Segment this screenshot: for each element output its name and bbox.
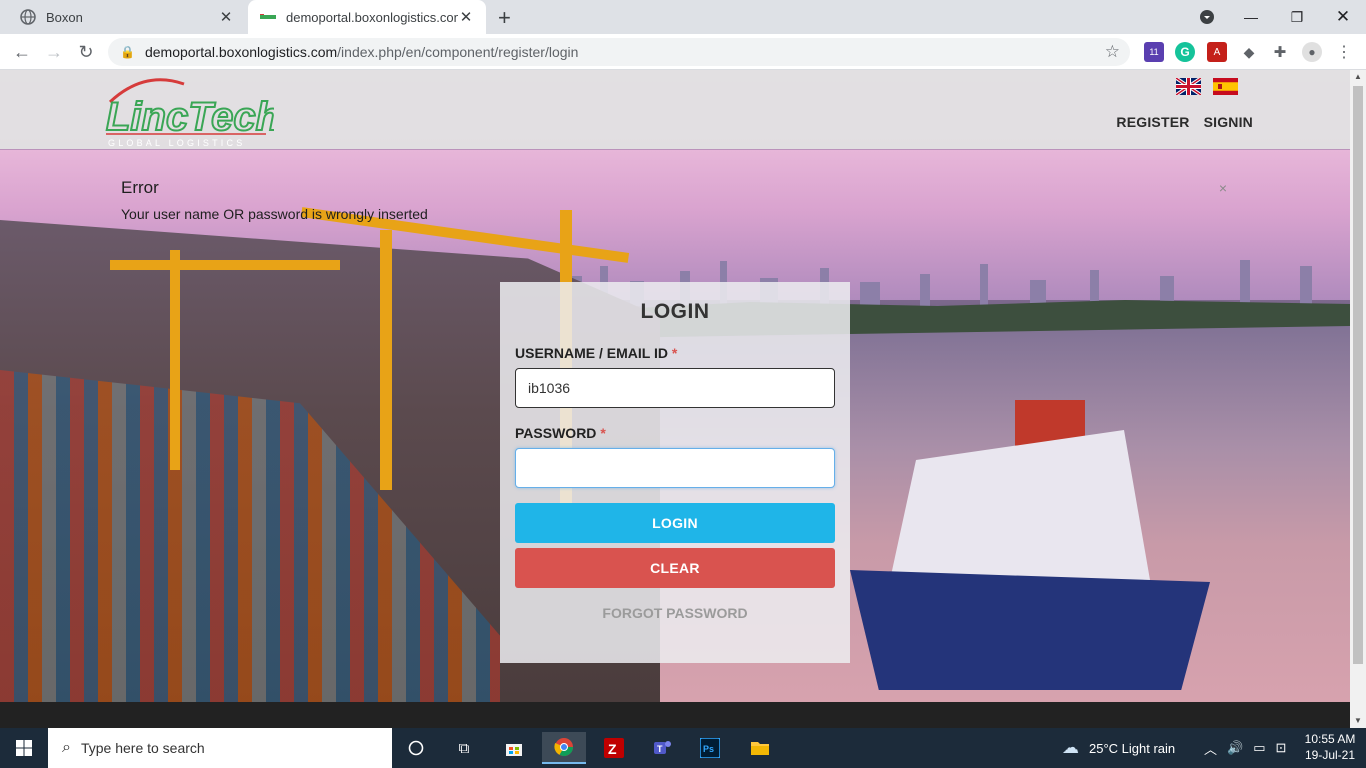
password-label-text: PASSWORD [515,425,597,441]
alert-message: Your user name OR password is wrongly in… [121,206,428,222]
filezilla-icon[interactable]: Z [594,732,634,764]
clock-time: 10:55 AM [1304,732,1356,746]
globe-icon [20,9,36,25]
page-scrollbar[interactable]: ▲ ▼ [1350,70,1366,728]
linctech-logo[interactable]: LincTech GLOBAL LOGISTICS [104,72,281,148]
clock-date: 19-Jul-21 [1304,748,1356,762]
close-window-icon[interactable]: ✕ [1320,0,1366,34]
page-viewport: LincTech GLOBAL LOGISTICS REGISTER SIGNI… [0,70,1350,702]
puzzle-extensions-icon[interactable]: ✚ [1270,42,1290,62]
menu-kebab-icon[interactable]: ⋮ [1334,42,1354,62]
lock-icon[interactable]: 🔒 [120,45,135,59]
svg-text:GLOBAL LOGISTICS: GLOBAL LOGISTICS [108,138,245,148]
header-nav: REGISTER SIGNIN [1116,114,1253,130]
taskbar-clock[interactable]: 10:55 AM 19-Jul-21 [1302,731,1358,763]
clear-button[interactable]: CLEAR [515,548,835,588]
weather-text: 25°C Light rain [1089,740,1176,756]
tab-boxon[interactable]: Boxon ✕ [8,0,246,34]
bookmark-star-icon[interactable]: ☆ [1105,42,1120,62]
signin-link[interactable]: SIGNIN [1204,114,1253,130]
back-icon[interactable]: ← [10,40,34,64]
system-tray: ︿ 🔊 ▭ ⊡ [1204,728,1286,768]
extension-badge-count: 11 [1149,47,1159,57]
restore-icon[interactable]: ❐ [1274,0,1320,34]
search-icon: ⌕ [62,739,71,756]
teams-icon[interactable]: T [642,732,682,764]
required-mark: * [671,345,678,361]
spain-flag-icon[interactable] [1213,78,1238,95]
windows-taskbar: ⌕ Type here to search ⧉ Z T Ps ☁ 25°C Li… [0,728,1366,768]
crane-leg [380,230,392,490]
scroll-down-icon[interactable]: ▼ [1350,714,1366,728]
password-label: PASSWORD * [515,425,606,441]
uk-flag-icon[interactable] [1176,78,1201,95]
task-view-icon[interactable]: ⧉ [444,732,484,764]
username-label-text: USERNAME / EMAIL ID [515,345,668,361]
tab-title: demoportal.boxonlogistics.com [286,9,458,25]
network-icon[interactable]: ⊡ [1276,740,1287,756]
chevron-up-icon[interactable]: ︿ [1204,739,1217,758]
svg-text:Ps: Ps [703,744,714,754]
chrome-taskbar-icon[interactable] [542,732,586,764]
crane-leg [170,250,180,470]
page-footer-strip [0,702,1350,728]
cloud-rain-icon: ☁ [1062,738,1079,757]
close-tab-icon[interactable]: ✕ [218,8,234,26]
error-alert: Error Your user name OR password is wron… [121,178,1231,238]
close-tab-icon[interactable]: ✕ [458,8,474,26]
browser-tab-bar: Boxon ✕ demoportal.boxonlogistics.com ✕ … [0,0,1366,34]
linctech-logo-icon: LincTech GLOBAL LOGISTICS [105,78,281,148]
pdf-extension-icon[interactable]: A [1207,42,1227,62]
photoshop-icon[interactable]: Ps [690,732,730,764]
username-value: ib1036 [528,380,571,396]
camera-extension-icon[interactable]: ◆ [1239,42,1259,62]
register-link[interactable]: REGISTER [1116,114,1189,130]
svg-text:Z: Z [608,741,617,757]
taskbar-search-box[interactable]: ⌕ Type here to search [48,728,392,768]
password-input[interactable] [515,448,835,488]
svg-text:T: T [657,744,663,754]
background-ship [850,400,1210,700]
tab-title: Boxon [46,9,83,25]
username-input[interactable]: ib1036 [515,368,835,408]
windows-start-icon[interactable] [0,728,48,768]
forgot-password-link[interactable]: FORGOT PASSWORD [500,605,850,621]
volume-icon[interactable]: 🔊 [1227,740,1243,756]
file-explorer-icon[interactable] [740,732,780,764]
taskbar-search-placeholder: Type here to search [80,740,205,756]
login-title: LOGIN [640,300,710,323]
scroll-up-icon[interactable]: ▲ [1350,70,1366,84]
address-bar[interactable]: 🔒 demoportal.boxonlogistics.com/index.ph… [108,38,1130,66]
crane-arm [110,260,340,270]
grammarly-icon[interactable]: G [1175,42,1195,62]
url-host: demoportal.boxonlogistics.com [144,44,338,60]
browser-toolbar: ← → ↻ 🔒 demoportal.boxonlogistics.com/in… [0,34,1366,70]
site-header: LincTech GLOBAL LOGISTICS REGISTER SIGNI… [0,70,1350,149]
forward-icon[interactable]: → [42,40,66,64]
minimize-icon[interactable]: — [1228,0,1274,34]
new-tab-icon[interactable]: + [498,5,511,31]
ship-superstructure [890,430,1150,580]
tab-demoportal[interactable]: demoportal.boxonlogistics.com ✕ [248,0,486,34]
ship-hull [850,570,1210,690]
url-path: /index.php/en/component/register/login [337,44,579,60]
username-label: USERNAME / EMAIL ID * [515,345,677,361]
alert-title: Error [121,178,159,197]
login-button[interactable]: LOGIN [515,503,835,543]
language-flags [1176,78,1238,95]
profile-avatar-icon[interactable]: ● [1302,42,1322,62]
svg-text:LincTech: LincTech [106,95,274,139]
reload-icon[interactable]: ↻ [74,40,98,64]
weather-widget[interactable]: ☁ 25°C Light rain [1062,728,1175,768]
battery-icon[interactable]: ▭ [1253,740,1265,756]
linctech-favicon-icon [260,9,276,25]
scrollbar-thumb[interactable] [1353,86,1363,664]
login-card: LOGIN USERNAME / EMAIL ID * ib1036 PASSW… [500,282,850,663]
required-mark: * [600,425,606,441]
microsoft-store-icon[interactable] [494,732,534,764]
profile-dropdown-icon[interactable] [1184,0,1230,34]
close-alert-icon[interactable]: × [1219,180,1227,196]
extension-badge-icon[interactable]: 11 [1144,42,1164,62]
cortana-icon[interactable] [396,732,436,764]
